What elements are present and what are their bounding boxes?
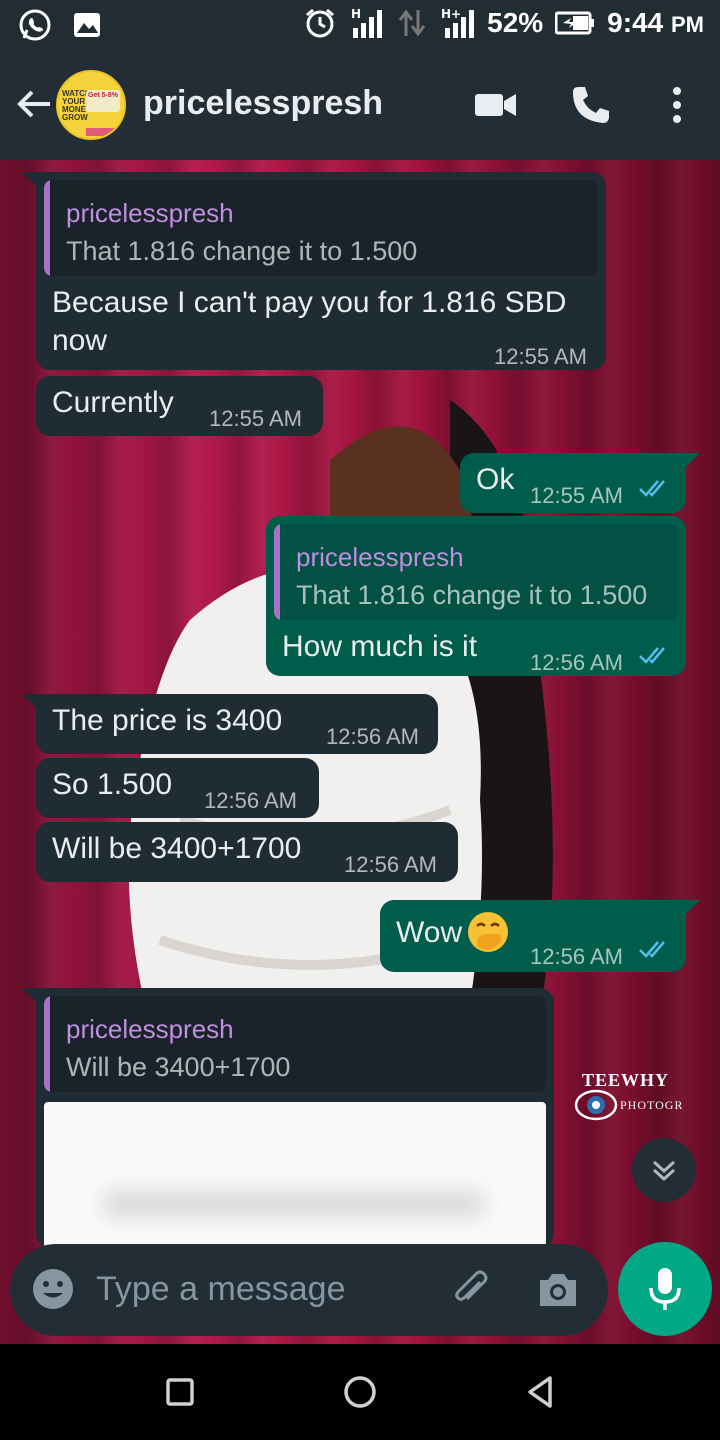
contact-name[interactable]: pricelesspresh bbox=[143, 84, 383, 123]
mic-icon bbox=[649, 1268, 681, 1310]
battery-charging-icon bbox=[555, 11, 595, 35]
message-incoming[interactable]: pricelesspresh Will be 3400+1700 bbox=[22, 988, 554, 1248]
alarm-icon bbox=[306, 8, 335, 38]
clock-ampm: PM bbox=[671, 12, 704, 37]
watermark-line2: PHOTOGRAPHY bbox=[620, 1098, 682, 1112]
message-text: So 1.500 bbox=[52, 768, 173, 801]
camera-lens-icon bbox=[574, 1089, 618, 1121]
double-chevron-down-icon bbox=[652, 1160, 676, 1182]
read-receipt-icon bbox=[639, 647, 665, 664]
hand-over-mouth-emoji-icon bbox=[468, 912, 508, 952]
read-receipt-icon bbox=[639, 941, 665, 958]
quote-text: Will be 3400+1700 bbox=[66, 1052, 291, 1082]
message-incoming[interactable]: Will be 3400+1700 12:56 AM bbox=[36, 822, 458, 882]
image-attachment[interactable] bbox=[44, 1102, 546, 1248]
message-incoming[interactable]: The price is 3400 12:56 AM bbox=[22, 694, 438, 754]
message-text: Currently bbox=[52, 386, 174, 419]
scroll-to-bottom-button[interactable] bbox=[632, 1138, 696, 1202]
message-time: 12:55 AM bbox=[494, 344, 587, 369]
signal-hplus-icon: H+ bbox=[441, 7, 475, 38]
message-text: Wow bbox=[396, 916, 463, 949]
message-text: Ok bbox=[476, 463, 515, 496]
chat-header: WATCH YOUR MONEY GROW Get 5-8% priceless… bbox=[0, 48, 720, 160]
avatar[interactable]: WATCH YOUR MONEY GROW Get 5-8% bbox=[56, 70, 126, 140]
avatar-badge: Get 5-8% bbox=[86, 90, 120, 112]
quote-bar bbox=[44, 996, 50, 1092]
message-outgoing[interactable]: pricelesspresh That 1.816 change it to 1… bbox=[266, 516, 686, 676]
whatsapp-icon bbox=[19, 9, 51, 41]
quote-bar bbox=[44, 180, 50, 276]
quote-author: pricelesspresh bbox=[66, 1014, 234, 1044]
quote-text: That 1.816 change it to 1.500 bbox=[66, 236, 418, 266]
message-time: 12:56 AM bbox=[530, 944, 623, 969]
message-text: The price is 3400 bbox=[52, 704, 283, 737]
chat-area[interactable]: pricelesspresh That 1.816 change it to 1… bbox=[0, 160, 720, 1344]
emoji-icon[interactable] bbox=[32, 1268, 74, 1310]
back-arrow-icon[interactable] bbox=[14, 84, 54, 124]
message-time: 12:56 AM bbox=[344, 852, 437, 877]
quote-author: pricelesspresh bbox=[66, 198, 234, 228]
voice-call-icon[interactable] bbox=[568, 82, 614, 128]
message-outgoing[interactable]: Wow 12:56 AM bbox=[380, 900, 700, 972]
message-input-bar[interactable]: Type a message bbox=[10, 1244, 608, 1336]
message-text: How much is it bbox=[282, 630, 478, 663]
message-text: Will be 3400+1700 bbox=[52, 832, 302, 865]
home-icon[interactable] bbox=[342, 1374, 378, 1410]
message-time: 12:55 AM bbox=[530, 483, 623, 508]
message-incoming[interactable]: Currently 12:55 AM bbox=[36, 376, 323, 436]
quoted-message[interactable]: pricelesspresh Will be 3400+1700 bbox=[44, 996, 546, 1092]
message-text: Because I can't pay you for 1.816 SBD bbox=[52, 286, 567, 319]
message-time: 12:56 AM bbox=[326, 724, 419, 749]
message-incoming[interactable]: So 1.500 12:56 AM bbox=[36, 758, 319, 818]
data-arrows-icon bbox=[398, 9, 426, 37]
system-navigation-bar bbox=[0, 1344, 720, 1440]
back-icon[interactable] bbox=[522, 1374, 558, 1410]
quote-bar bbox=[274, 524, 280, 620]
message-time: 12:56 AM bbox=[530, 650, 623, 675]
battery-percent: 52% bbox=[487, 7, 544, 38]
mic-button[interactable] bbox=[618, 1242, 712, 1336]
message-text-line2: now bbox=[52, 324, 108, 357]
message-incoming[interactable]: pricelesspresh That 1.816 change it to 1… bbox=[22, 172, 606, 370]
quoted-message[interactable]: pricelesspresh That 1.816 change it to 1… bbox=[44, 180, 598, 276]
status-bar: H H+ 52% 9:44 PM bbox=[0, 0, 720, 48]
more-vert-icon[interactable] bbox=[654, 82, 700, 128]
recents-icon[interactable] bbox=[162, 1374, 198, 1410]
svg-text:H+: H+ bbox=[441, 7, 461, 21]
image-icon bbox=[74, 13, 100, 37]
message-time: 12:55 AM bbox=[209, 406, 302, 431]
clock: 9:44 PM bbox=[607, 7, 704, 39]
message-outgoing[interactable]: Ok 12:55 AM bbox=[460, 453, 700, 513]
signal-h-icon: H bbox=[351, 7, 383, 38]
watermark-logo: TEEWHY PHOTOGRAPHY bbox=[574, 1070, 686, 1126]
message-time: 12:56 AM bbox=[204, 788, 297, 813]
message-input[interactable]: Type a message bbox=[96, 1270, 345, 1309]
quote-author: pricelesspresh bbox=[296, 542, 464, 572]
attach-icon[interactable] bbox=[450, 1268, 492, 1310]
video-call-icon[interactable] bbox=[472, 82, 518, 128]
svg-text:H: H bbox=[351, 7, 361, 21]
quote-text: That 1.816 change it to 1.500 bbox=[296, 580, 648, 610]
avatar-stripe bbox=[86, 128, 116, 136]
clock-time: 9:44 bbox=[607, 7, 664, 38]
quoted-message[interactable]: pricelesspresh That 1.816 change it to 1… bbox=[274, 524, 678, 620]
camera-icon[interactable] bbox=[536, 1268, 580, 1310]
read-receipt-icon bbox=[639, 480, 665, 497]
